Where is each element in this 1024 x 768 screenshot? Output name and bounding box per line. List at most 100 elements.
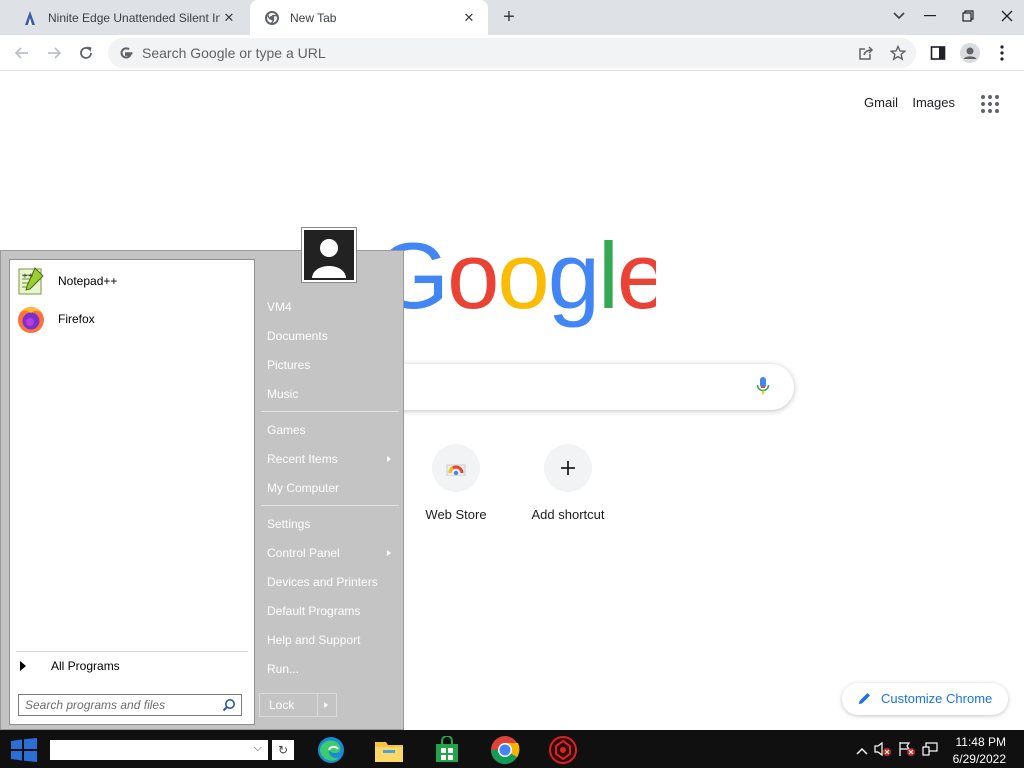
clock-time[interactable]: 11:48 PM: [956, 735, 1006, 749]
logo-letter: o: [497, 228, 547, 328]
tab-new-tab[interactable]: New Tab ✕: [250, 0, 488, 35]
windows-start-icon[interactable]: [10, 738, 38, 762]
start-item-music[interactable]: Music: [259, 382, 399, 406]
bookmark-star-icon[interactable]: [884, 39, 912, 67]
customize-chrome-button[interactable]: Customize Chrome: [842, 683, 1008, 715]
logo-letter: e: [617, 228, 656, 328]
program-firefox[interactable]: Firefox: [16, 302, 246, 336]
window-close-button[interactable]: [993, 2, 1021, 30]
pencil-icon: [858, 691, 872, 710]
microsoft-store-icon[interactable]: [430, 733, 464, 767]
profile-avatar-icon[interactable]: [956, 39, 984, 67]
side-panel-icon[interactable]: [924, 39, 952, 67]
tab-ninite[interactable]: Ninite Edge Unattended Silent In ✕: [8, 0, 248, 35]
shortcut-add[interactable]: Add shortcut: [512, 440, 624, 530]
divider: [16, 651, 248, 652]
chevron-down-icon[interactable]: ⌵: [254, 742, 262, 755]
google-apps-icon[interactable]: [980, 94, 1000, 114]
menu-kebab-icon[interactable]: [988, 39, 1016, 67]
item-label: VM4: [267, 300, 292, 314]
start-item-games[interactable]: Games: [259, 418, 399, 442]
item-label: My Computer: [267, 481, 340, 495]
google-g-icon: [118, 45, 134, 66]
google-logo: Google: [376, 223, 669, 328]
start-item-help-support[interactable]: Help and Support: [259, 628, 399, 652]
start-item-vm4[interactable]: VM4: [259, 295, 399, 319]
shortcut-label: Add shortcut: [531, 507, 605, 522]
item-label: Settings: [267, 517, 311, 531]
reload-button[interactable]: [72, 39, 100, 67]
start-item-control-panel[interactable]: Control Panel: [259, 541, 399, 565]
security-app-icon[interactable]: [546, 733, 580, 767]
start-item-devices-printers[interactable]: Devices and Printers: [259, 570, 399, 594]
taskbar-address-input[interactable]: ⌵: [50, 740, 268, 760]
item-label: Default Programs: [267, 604, 361, 618]
close-icon[interactable]: ✕: [460, 9, 478, 27]
logo-letter: o: [447, 228, 497, 328]
start-item-settings[interactable]: Settings: [259, 512, 399, 536]
item-label: Documents: [267, 329, 328, 343]
file-explorer-icon[interactable]: [372, 733, 406, 767]
shortcut-web-store[interactable]: Web Store: [400, 440, 512, 530]
network-icon[interactable]: [922, 742, 938, 761]
tab-strip: Ninite Edge Unattended Silent In ✕ New T…: [0, 0, 1024, 35]
start-menu: ++ Notepad++ Firefox All Programs Search…: [0, 227, 404, 730]
refresh-icon[interactable]: ↻: [272, 740, 294, 760]
svg-text:++: ++: [22, 272, 34, 280]
share-icon[interactable]: [852, 39, 880, 67]
program-notepad-plus-plus[interactable]: ++ Notepad++: [16, 264, 246, 298]
web-store-icon: [432, 444, 480, 492]
search-placeholder: Search programs and files: [25, 698, 166, 712]
search-icon[interactable]: [222, 698, 236, 717]
start-item-pictures[interactable]: Pictures: [259, 353, 399, 377]
user-avatar[interactable]: [301, 227, 357, 283]
tab-search-chevron-icon[interactable]: [885, 2, 913, 30]
item-label: Run...: [267, 662, 300, 676]
chrome-icon[interactable]: [488, 733, 522, 767]
volume-muted-icon[interactable]: [874, 741, 892, 762]
back-button[interactable]: [8, 39, 36, 67]
tab-title: Ninite Edge Unattended Silent In: [48, 10, 220, 25]
browser-toolbar: Search Google or type a URL: [0, 35, 1024, 71]
omnibox-placeholder: Search Google or type a URL: [142, 45, 326, 61]
edge-icon[interactable]: [314, 733, 348, 767]
lock-button[interactable]: Lock: [259, 693, 337, 717]
lock-options-arrow-icon[interactable]: [324, 702, 328, 708]
start-item-my-computer[interactable]: My Computer: [259, 476, 399, 500]
clock-date[interactable]: 6/29/2022: [953, 752, 1006, 766]
minimize-button[interactable]: [916, 2, 944, 30]
system-tray: 11:48 PM 6/29/2022: [844, 730, 1024, 768]
start-item-recent-items[interactable]: Recent Items: [259, 447, 399, 471]
microphone-icon[interactable]: [756, 376, 770, 401]
notepad-plus-plus-icon: ++: [16, 266, 46, 296]
all-programs-label: All Programs: [51, 659, 120, 673]
item-label: Pictures: [267, 358, 311, 372]
forward-button[interactable]: [40, 39, 68, 67]
ninite-icon: [22, 10, 38, 26]
chrome-icon: [264, 10, 280, 26]
tray-overflow-chevron-icon[interactable]: [856, 742, 868, 760]
action-center-flag-icon[interactable]: [898, 741, 916, 762]
images-link[interactable]: Images: [912, 95, 955, 110]
gmail-link[interactable]: Gmail: [864, 95, 898, 110]
divider: [261, 505, 399, 506]
start-item-default-programs[interactable]: Default Programs: [259, 599, 399, 623]
item-label: Control Panel: [267, 546, 340, 560]
ntp-top-links: Gmail Images: [724, 94, 1024, 114]
right-arrow-icon: [20, 661, 26, 671]
plus-icon: [544, 444, 592, 492]
start-item-run[interactable]: Run...: [259, 657, 399, 681]
start-search-input[interactable]: Search programs and files: [18, 694, 242, 716]
logo-letter: l: [598, 228, 617, 328]
new-tab-button[interactable]: +: [498, 7, 520, 29]
start-item-documents[interactable]: Documents: [259, 324, 399, 348]
all-programs-button[interactable]: All Programs: [20, 658, 246, 676]
item-label: Devices and Printers: [267, 575, 378, 589]
close-icon[interactable]: ✕: [220, 9, 238, 27]
item-label: Recent Items: [267, 452, 338, 466]
restore-button[interactable]: [954, 2, 982, 30]
program-label: Firefox: [58, 312, 95, 326]
item-label: Help and Support: [267, 633, 361, 647]
omnibox[interactable]: Search Google or type a URL: [108, 38, 916, 68]
logo-letter: g: [548, 228, 598, 328]
